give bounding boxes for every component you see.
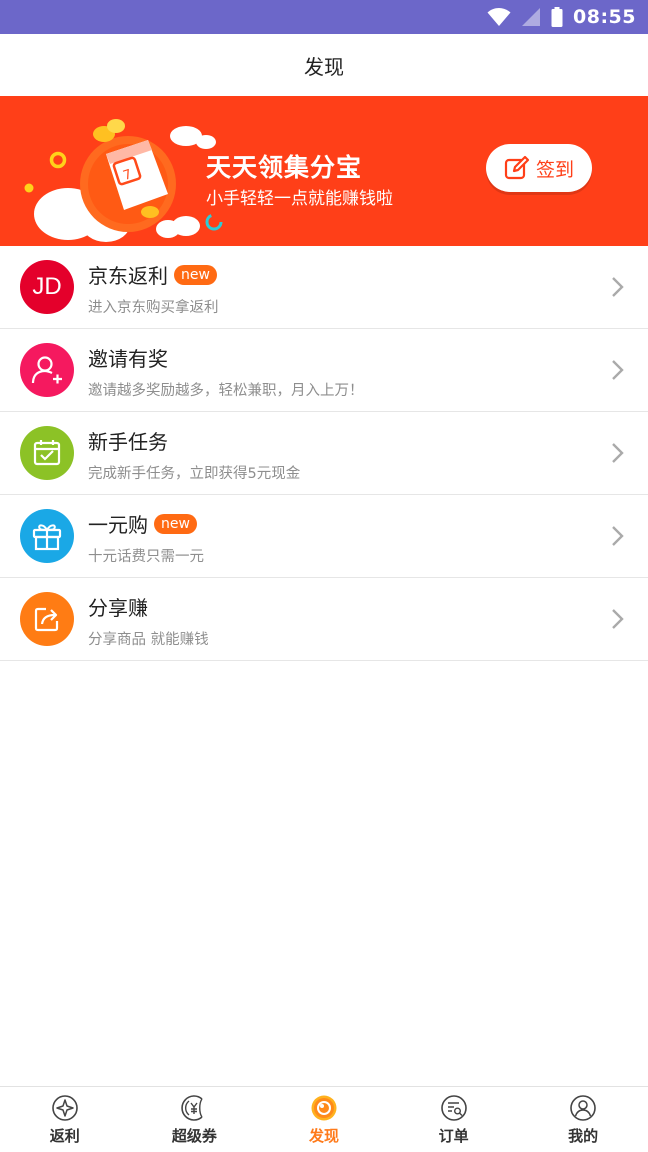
- tab-label: 超级券: [171, 1127, 217, 1145]
- rebate-icon: [51, 1095, 78, 1121]
- list-item-subtitle: 十元话费只需一元: [88, 549, 204, 565]
- tab-coupon[interactable]: 超级券: [130, 1087, 260, 1152]
- list-item-invite[interactable]: 邀请有奖 邀请越多奖励越多，轻松兼职，月入上万！: [0, 329, 648, 412]
- chevron-right-icon: [612, 277, 624, 297]
- new-badge: new: [154, 513, 197, 534]
- jd-logo-icon: JD: [20, 260, 74, 314]
- chevron-right-icon: [612, 609, 624, 629]
- signin-button[interactable]: 签到: [486, 144, 592, 192]
- status-time: 08:55: [573, 6, 636, 28]
- coin-gift-illustration: 7: [24, 119, 223, 242]
- feature-list: JD 京东返利 new 进入京东购买拿返利 邀请有奖 邀请越多奖励越多，轻松兼职…: [0, 246, 648, 661]
- banner-subtitle: 小手轻轻一点就能赚钱啦: [206, 189, 393, 209]
- user-plus-icon: [20, 343, 74, 397]
- list-item-title: 分享赚: [88, 596, 148, 620]
- bottom-tab-bar: 返利 超级券 发现 订单 我的: [0, 1086, 648, 1152]
- tab-rebate[interactable]: 返利: [0, 1087, 130, 1152]
- list-item-newbie-task[interactable]: 新手任务 完成新手任务，立即获得5元现金: [0, 412, 648, 495]
- order-icon: [440, 1095, 467, 1121]
- tab-label: 订单: [438, 1127, 469, 1145]
- wifi-icon: [487, 8, 511, 26]
- list-item-one-yuan[interactable]: 一元购 new 十元话费只需一元: [0, 495, 648, 578]
- chevron-right-icon: [612, 443, 624, 463]
- calendar-check-icon: [20, 426, 74, 480]
- chevron-right-icon: [612, 526, 624, 546]
- banner-title: 天天领集分宝: [206, 153, 363, 182]
- page-title: 发现: [304, 54, 344, 79]
- status-bar: 08:55: [0, 0, 648, 34]
- list-item-subtitle: 完成新手任务，立即获得5元现金: [88, 466, 301, 482]
- signal-icon: [522, 8, 541, 26]
- new-badge: new: [174, 264, 217, 285]
- share-icon: [20, 592, 74, 646]
- gift-icon: [20, 509, 74, 563]
- tab-label: 返利: [49, 1127, 80, 1145]
- tab-label: 发现: [308, 1127, 339, 1145]
- tab-label: 我的: [568, 1127, 599, 1145]
- status-icons: 08:55: [487, 0, 636, 34]
- tab-profile[interactable]: 我的: [518, 1087, 648, 1152]
- list-item-subtitle: 进入京东购买拿返利: [88, 300, 219, 316]
- tab-order[interactable]: 订单: [389, 1087, 519, 1152]
- list-item-title: 京东返利: [88, 264, 168, 288]
- title-bar: 发现: [0, 34, 648, 96]
- signin-label: 签到: [535, 158, 574, 181]
- profile-icon: [570, 1095, 596, 1121]
- chevron-right-icon: [612, 360, 624, 380]
- list-item-jd-rebate[interactable]: JD 京东返利 new 进入京东购买拿返利: [0, 246, 648, 329]
- list-item-title: 一元购: [88, 513, 148, 537]
- signin-banner[interactable]: 7 天天领集分宝 小手轻轻一点就能赚钱啦 签到: [0, 96, 648, 246]
- list-item-title: 新手任务: [88, 430, 168, 454]
- list-item-title: 邀请有奖: [88, 347, 168, 371]
- discover-icon: [311, 1095, 337, 1121]
- list-item-share-earn[interactable]: 分享赚 分享商品 就能赚钱: [0, 578, 648, 661]
- battery-icon: [551, 7, 563, 27]
- edit-icon: [504, 155, 530, 180]
- list-item-subtitle: 分享商品 就能赚钱: [88, 632, 209, 648]
- tab-discover[interactable]: 发现: [259, 1087, 389, 1152]
- coupon-icon: [181, 1095, 203, 1121]
- list-item-subtitle: 邀请越多奖励越多，轻松兼职，月入上万！: [88, 383, 364, 399]
